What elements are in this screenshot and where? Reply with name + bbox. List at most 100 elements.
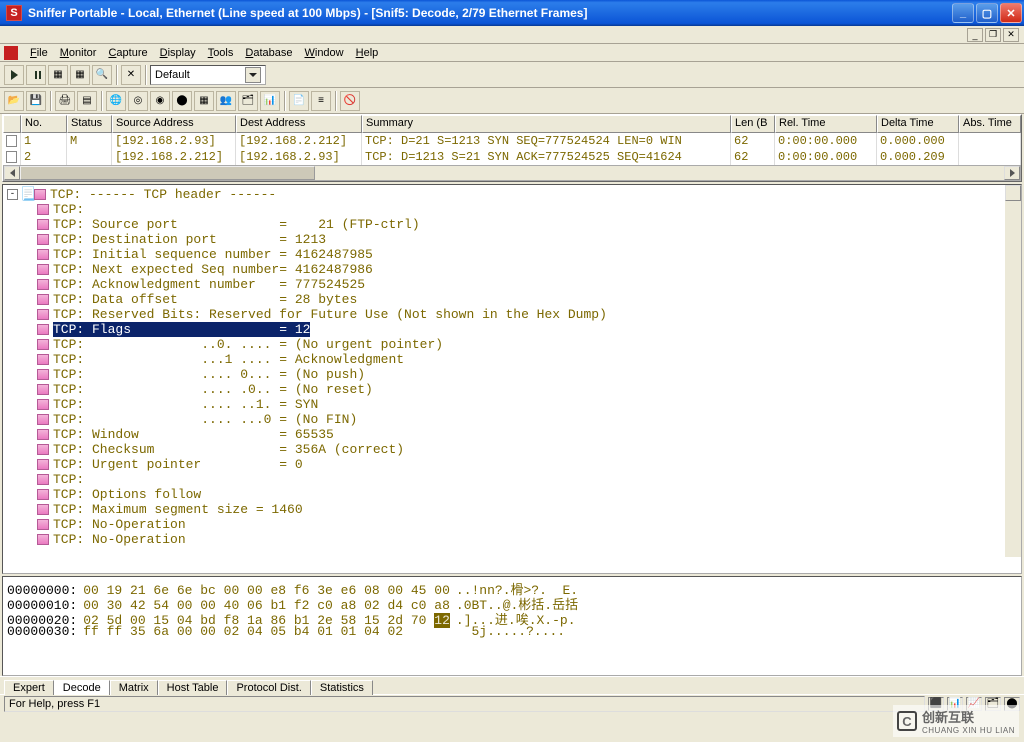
mdi-minimize[interactable]: _	[967, 28, 983, 42]
node-icon	[37, 219, 49, 230]
tab-expert[interactable]: Expert	[4, 680, 54, 695]
tool-e[interactable]: ◉	[150, 91, 170, 111]
decode-vscroll[interactable]	[1005, 185, 1021, 557]
decode-line[interactable]: TCP: .... 0... = (No push)	[3, 367, 1021, 382]
cell: M	[67, 133, 112, 149]
decode-text: TCP: Flags = 12	[53, 322, 310, 337]
toggle-icon[interactable]: -	[7, 189, 18, 200]
scroll-up-button[interactable]	[1005, 185, 1021, 201]
profile-combo[interactable]: Default	[150, 65, 266, 85]
decode-line[interactable]: TCP: Destination port = 1213	[3, 232, 1021, 247]
decode-line[interactable]: TCP: ...1 .... = Acknowledgment	[3, 352, 1021, 367]
column-header-delta-time[interactable]: Delta Time	[877, 115, 959, 133]
binocular-icon[interactable]: 🔍	[92, 65, 112, 85]
system-menu-icon[interactable]	[4, 46, 18, 60]
chevron-down-icon[interactable]	[245, 67, 261, 83]
tool-d[interactable]: ◎	[128, 91, 148, 111]
decode-line[interactable]: TCP: ..0. .... = (No urgent pointer)	[3, 337, 1021, 352]
decode-line[interactable]: -📃TCP: ------ TCP header ------	[3, 187, 1021, 202]
menu-file[interactable]: File	[24, 47, 54, 59]
tool-g[interactable]: ▦	[194, 91, 214, 111]
table-row[interactable]: 2[192.168.2.212][192.168.2.93]TCP: D=121…	[3, 149, 1021, 165]
decode-line[interactable]: TCP: .... ...0 = (No FIN)	[3, 412, 1021, 427]
menu-tools[interactable]: Tools	[202, 47, 240, 59]
menu-database[interactable]: Database	[239, 47, 298, 59]
close-button[interactable]: ✕	[1000, 3, 1022, 23]
maximize-button[interactable]: ▢	[976, 3, 998, 23]
column-header-select[interactable]	[3, 115, 21, 133]
tool-b[interactable]: ▤	[77, 91, 97, 111]
scroll-thumb[interactable]	[20, 166, 315, 180]
decode-line[interactable]: TCP: Urgent pointer = 0	[3, 457, 1021, 472]
tool-f[interactable]: ⬤	[172, 91, 192, 111]
tool-m[interactable]: 🚫	[340, 91, 360, 111]
tab-decode[interactable]: Decode	[54, 680, 110, 695]
decode-text: TCP: Initial sequence number = 416248798…	[53, 247, 373, 262]
scroll-right-button[interactable]	[1004, 166, 1020, 180]
decode-text: TCP: Window = 65535	[53, 427, 334, 442]
decode-line[interactable]: TCP: Source port = 21 (FTP-ctrl)	[3, 217, 1021, 232]
column-header-rel-time[interactable]: Rel. Time	[775, 115, 877, 133]
cell	[67, 149, 112, 165]
tool-button-4[interactable]: ▦	[70, 65, 90, 85]
decode-line[interactable]: TCP: No-Operation	[3, 532, 1021, 547]
decode-line[interactable]: TCP: Data offset = 28 bytes	[3, 292, 1021, 307]
decode-line[interactable]: TCP: Acknowledgment number = 777524525	[3, 277, 1021, 292]
decode-line[interactable]: TCP: No-Operation	[3, 517, 1021, 532]
print-button[interactable]: 🖨	[55, 91, 75, 111]
tab-host-table[interactable]: Host Table	[158, 680, 228, 695]
pause-button[interactable]	[26, 65, 46, 85]
decode-text: TCP: Destination port = 1213	[53, 232, 326, 247]
decode-line[interactable]: TCP: .... ..1. = SYN	[3, 397, 1021, 412]
hex-row[interactable]: 00000010:00 30 42 54 00 00 40 06 b1 f2 c…	[7, 594, 1017, 609]
decode-line[interactable]: TCP: Maximum segment size = 1460	[3, 502, 1021, 517]
column-header-status[interactable]: Status	[67, 115, 112, 133]
tab-statistics[interactable]: Statistics	[311, 680, 373, 695]
menu-capture[interactable]: Capture	[102, 47, 153, 59]
menu-display[interactable]: Display	[154, 47, 202, 59]
tab-matrix[interactable]: Matrix	[110, 680, 158, 695]
decode-line[interactable]: TCP: Options follow	[3, 487, 1021, 502]
table-row[interactable]: 1M[192.168.2.93][192.168.2.212]TCP: D=21…	[3, 133, 1021, 149]
scroll-left-button[interactable]	[4, 166, 20, 180]
menu-window[interactable]: Window	[298, 47, 349, 59]
tool-i[interactable]: 🗂	[238, 91, 258, 111]
hex-row[interactable]: 00000020:02 5d 00 15 04 bd f8 1a 86 b1 2…	[7, 609, 1017, 624]
tool-j[interactable]: 📊	[260, 91, 280, 111]
decode-line[interactable]: TCP: .... .0.. = (No reset)	[3, 382, 1021, 397]
hex-row[interactable]: 00000030:ff ff 35 6a 00 00 02 04 05 b4 0…	[7, 624, 1017, 639]
tool-l[interactable]: ≡	[311, 91, 331, 111]
decode-line[interactable]: TCP:	[3, 472, 1021, 487]
decode-line[interactable]: TCP: Reserved Bits: Reserved for Future …	[3, 307, 1021, 322]
menu-help[interactable]: Help	[350, 47, 385, 59]
decode-line[interactable]: TCP: Initial sequence number = 416248798…	[3, 247, 1021, 262]
tool-k[interactable]: 📄	[289, 91, 309, 111]
decode-text: TCP: Urgent pointer = 0	[53, 457, 303, 472]
mdi-close[interactable]: ✕	[1003, 28, 1019, 42]
play-button[interactable]	[4, 65, 24, 85]
minimize-button[interactable]: _	[952, 3, 974, 23]
open-button[interactable]: 📂	[4, 91, 24, 111]
menu-monitor[interactable]: Monitor	[54, 47, 103, 59]
hex-row[interactable]: 00000000:00 19 21 6e 6e bc 00 00 e8 f6 3…	[7, 579, 1017, 594]
column-header-source-address[interactable]: Source Address	[112, 115, 236, 133]
decode-line[interactable]: TCP: Flags = 12	[3, 322, 1021, 337]
node-icon	[37, 249, 49, 260]
decode-line[interactable]: TCP: Window = 65535	[3, 427, 1021, 442]
tab-protocol-dist-[interactable]: Protocol Dist.	[227, 680, 310, 695]
tool-c[interactable]: 🌐	[106, 91, 126, 111]
column-header-summary[interactable]: Summary	[362, 115, 731, 133]
decode-line[interactable]: TCP: Next expected Seq number= 416248798…	[3, 262, 1021, 277]
column-header-no-[interactable]: No.	[21, 115, 67, 133]
column-header-dest-address[interactable]: Dest Address	[236, 115, 362, 133]
tool-button-6[interactable]: ✕	[121, 65, 141, 85]
tool-button-3[interactable]: ▦	[48, 65, 68, 85]
decode-line[interactable]: TCP: Checksum = 356A (correct)	[3, 442, 1021, 457]
tool-h[interactable]: 👥	[216, 91, 236, 111]
column-header-len-b[interactable]: Len (B	[731, 115, 775, 133]
packet-list-hscroll[interactable]	[3, 165, 1021, 181]
column-header-abs-time[interactable]: Abs. Time	[959, 115, 1021, 133]
save-button[interactable]: 💾	[26, 91, 46, 111]
decode-line[interactable]: TCP:	[3, 202, 1021, 217]
mdi-restore[interactable]: ❐	[985, 28, 1001, 42]
